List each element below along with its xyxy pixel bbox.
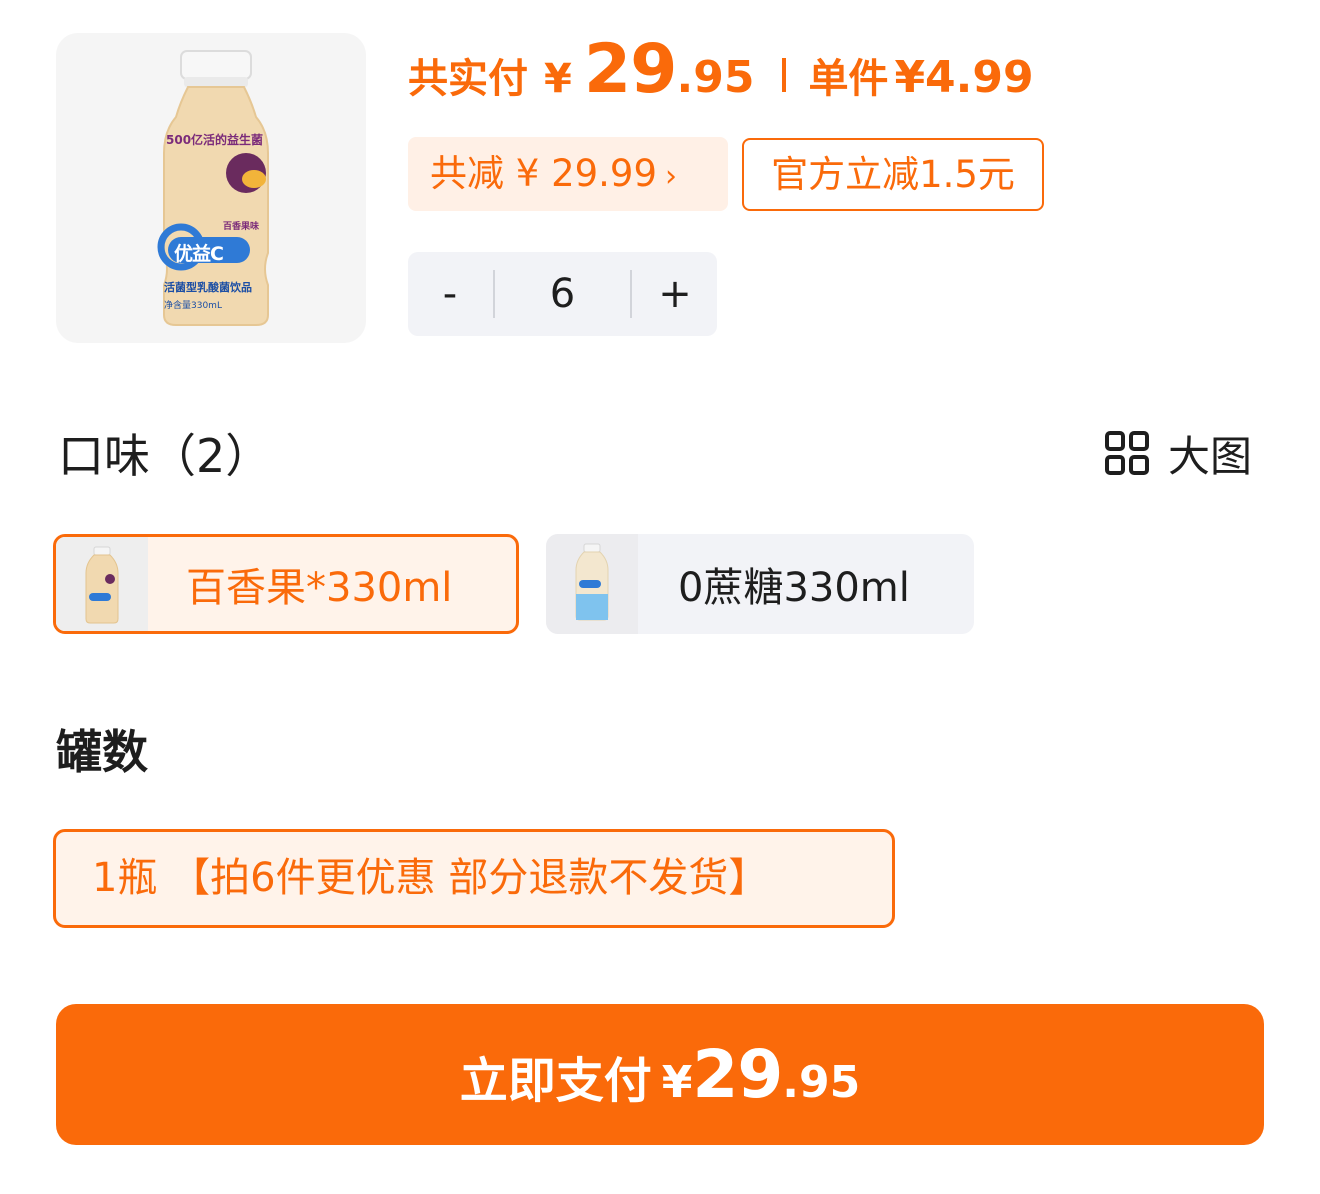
stepper-divider <box>630 270 632 318</box>
decrease-quantity-button[interactable]: - <box>408 252 492 336</box>
passion-fruit-bottle-icon <box>85 546 119 624</box>
product-image[interactable]: 500亿活的益生菌 百香果味 优益C 活菌型乳酸菌饮品 净含量330mL <box>56 33 366 343</box>
total-price-integer: 29 <box>583 30 678 109</box>
price-summary: 共实付 ¥ 29 .95 单件 ¥4.99 <box>408 30 1034 130</box>
currency-symbol: ¥ <box>544 56 572 102</box>
pay-price-decimal: .95 <box>782 1057 861 1108</box>
large-image-label: 大图 <box>1168 431 1253 481</box>
currency-symbol: ¥ <box>661 1057 693 1108</box>
bottle-flavor-text: 百香果味 <box>223 222 260 232</box>
unit-price: ¥4.99 <box>894 52 1034 103</box>
zero-sugar-bottle-icon <box>575 543 609 621</box>
flavor-option-passion-fruit[interactable]: 百香果*330ml <box>53 534 519 634</box>
price-divider <box>782 58 787 92</box>
quantity-value[interactable]: 6 <box>495 252 630 336</box>
increase-quantity-button[interactable]: + <box>633 252 717 336</box>
bottle-brand-text: 优益C <box>174 243 224 265</box>
count-option-1-bottle[interactable]: 1瓶 【拍6件更优惠 部分退款不发货】 <box>53 829 895 928</box>
total-price-decimal: .95 <box>676 52 755 103</box>
discount-text: 共减 ¥ 29.99 <box>430 152 657 195</box>
large-image-toggle[interactable]: 大图 <box>1104 425 1252 481</box>
total-paid-label: 共实付 <box>408 56 528 102</box>
bottle-volume-text: 净含量330mL <box>164 301 222 311</box>
discount-detail-badge[interactable]: 共减 ¥ 29.99 › <box>408 137 728 211</box>
flavor-section-title: 口味（2） <box>58 429 272 483</box>
flavor-option-label: 0蔗糖330ml <box>678 565 910 611</box>
flavor-option-zero-sugar[interactable]: 0蔗糖330ml <box>546 534 974 634</box>
count-section-title: 罐数 <box>56 725 148 779</box>
pay-now-button[interactable]: 立即支付 ¥ 29 .95 <box>56 1004 1264 1145</box>
chevron-right-icon: › <box>665 159 677 194</box>
flavor-option-label: 百香果*330ml <box>186 565 453 611</box>
unit-price-label: 单件 <box>808 56 889 102</box>
official-discount-badge: 官方立减1.5元 <box>742 138 1044 211</box>
bottle-probiotic-text: 500亿活的益生菌 <box>166 133 264 147</box>
option-thumbnail <box>56 537 148 631</box>
pay-price-integer: 29 <box>692 1036 783 1113</box>
quantity-stepper: - 6 + <box>408 252 717 336</box>
option-thumbnail <box>546 534 638 634</box>
yogurt-drink-bottle-icon <box>157 50 269 326</box>
grid-icon <box>1105 431 1149 475</box>
bottle-type-text: 活菌型乳酸菌饮品 <box>164 281 252 294</box>
pay-now-label: 立即支付 <box>459 1053 652 1109</box>
